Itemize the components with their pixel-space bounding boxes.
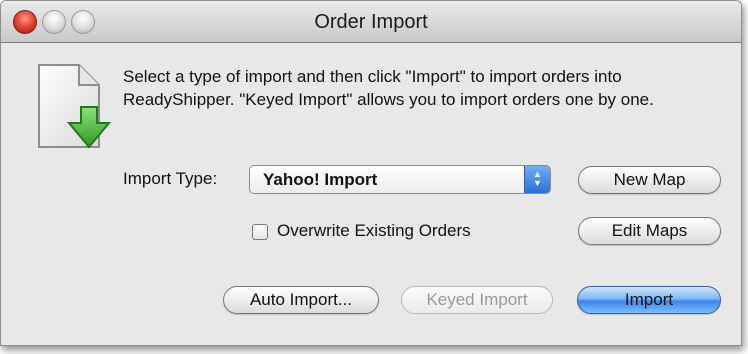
overwrite-existing-checkbox[interactable] [252,224,268,240]
order-import-window: Order Import Select a type of import and… [0,0,742,346]
instructions-text: Select a type of import and then click "… [123,67,654,109]
window-title: Order Import [314,11,428,33]
overwrite-existing-label[interactable]: Overwrite Existing Orders [277,221,471,241]
new-map-button[interactable]: New Map [578,166,721,194]
edit-maps-button[interactable]: Edit Maps [578,217,721,245]
import-type-select[interactable]: Yahoo! Import ▲ ▼ [249,165,551,194]
document-download-icon [38,64,112,149]
import-button[interactable]: Import [577,286,721,314]
title-bar[interactable]: Order Import [1,1,741,43]
keyed-import-button[interactable]: Keyed Import [401,286,553,314]
select-arrows-icon: ▲ ▼ [524,166,550,193]
import-type-value: Yahoo! Import [263,170,378,189]
auto-import-button[interactable]: Auto Import... [223,286,379,314]
import-type-label: Import Type: [123,169,218,188]
